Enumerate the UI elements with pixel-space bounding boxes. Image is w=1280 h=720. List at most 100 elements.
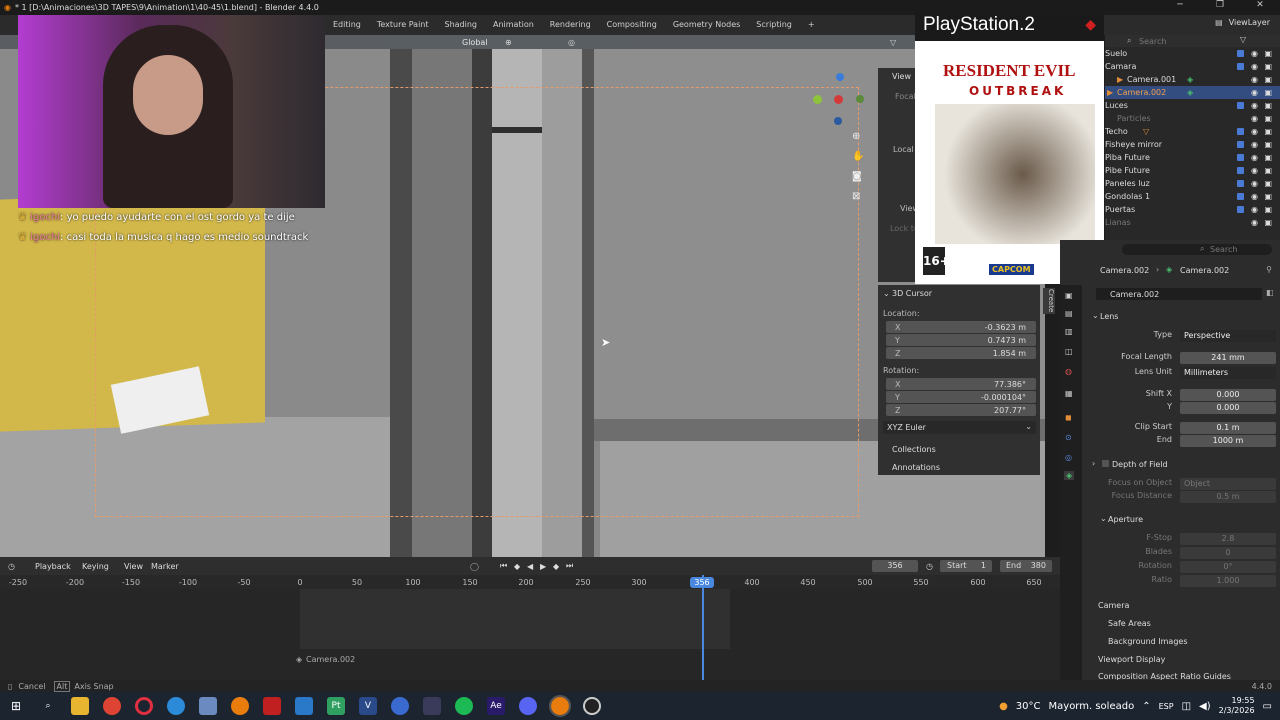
collections-header[interactable]: Collections: [892, 445, 936, 454]
collapse-chevron-icon[interactable]: ⌄: [883, 289, 890, 298]
obs-icon[interactable]: [583, 697, 601, 715]
outliner-item-particles[interactable]: Particles ◉ ▣: [1105, 112, 1280, 125]
tab-texture-paint[interactable]: Texture Paint: [369, 15, 437, 35]
end-frame-field[interactable]: End 380: [1000, 560, 1052, 572]
render-camera-icon[interactable]: ▣: [1264, 153, 1272, 162]
notification-icon[interactable]: ▭: [1263, 701, 1272, 712]
tray-chevron-icon[interactable]: ⌃: [1142, 701, 1150, 712]
ratio-field[interactable]: 1.000: [1180, 575, 1276, 587]
annotations-header[interactable]: Annotations: [892, 463, 940, 472]
marker-menu[interactable]: Marker: [151, 562, 179, 571]
editor-type-icon[interactable]: ◷: [8, 562, 15, 571]
clock-icon[interactable]: ◷: [926, 562, 933, 571]
outliner-item-lianas[interactable]: Lianas ◉ ▣: [1105, 216, 1280, 229]
eye-icon[interactable]: ◉: [1251, 205, 1258, 214]
rotation-y-field[interactable]: Y -0.000104°: [878, 391, 1040, 403]
current-frame-field[interactable]: 356: [872, 560, 918, 572]
proportional-edit-icon[interactable]: ◎: [568, 38, 575, 47]
camera-marker[interactable]: Camera.002: [306, 655, 355, 664]
physics-tab-icon[interactable]: ◎: [1065, 453, 1072, 462]
outliner-item-gondolas-1[interactable]: Gondolas 1 ◉ ▣: [1105, 190, 1280, 203]
dof-checkbox[interactable]: [1102, 460, 1109, 467]
panel-camera[interactable]: Camera: [1098, 601, 1129, 610]
view-menu[interactable]: View: [124, 562, 143, 571]
lens-type-dropdown[interactable]: Perspective: [1180, 330, 1276, 342]
outliner-item-camara[interactable]: Camara ◉ ▣: [1105, 60, 1280, 73]
paint-icon[interactable]: Pt: [327, 697, 345, 715]
checkbox-icon[interactable]: [1237, 180, 1244, 187]
next-keyframe-icon[interactable]: ◆: [553, 562, 559, 571]
panel-composition-guides[interactable]: Composition Aspect Ratio Guides: [1098, 672, 1231, 680]
filter-icon[interactable]: ▽: [890, 38, 896, 47]
eye-icon[interactable]: ◉: [1251, 62, 1258, 71]
zoom-icon[interactable]: ⊕: [852, 131, 860, 142]
outliner-item-puertas[interactable]: Puertas ◉ ▣: [1105, 203, 1280, 216]
lens-header[interactable]: Lens: [1100, 312, 1118, 321]
file-explorer-icon[interactable]: [71, 697, 89, 715]
aperture-rotation-field[interactable]: 0°: [1180, 561, 1276, 573]
render-camera-icon[interactable]: ▣: [1264, 166, 1272, 175]
app-icon[interactable]: [423, 697, 441, 715]
rotation-z-field[interactable]: Z 207.77°: [878, 404, 1040, 416]
gizmo-z-icon[interactable]: [836, 73, 844, 81]
outliner-item-techo[interactable]: Techo ▽ ◉ ▣: [1105, 125, 1280, 138]
lens-unit-dropdown[interactable]: Millimeters: [1180, 367, 1276, 379]
render-camera-icon[interactable]: ▣: [1264, 114, 1272, 123]
blades-field[interactable]: 0: [1180, 547, 1276, 559]
location-y-field[interactable]: Y 0.7473 m: [878, 334, 1040, 346]
edge-icon[interactable]: [167, 697, 185, 715]
world-tab-icon[interactable]: ▦: [1065, 389, 1073, 398]
checkbox-icon[interactable]: [1237, 63, 1244, 70]
dof-header[interactable]: Depth of Field: [1112, 460, 1168, 469]
scene-tab-icon[interactable]: ◍: [1065, 367, 1072, 376]
checkbox-icon[interactable]: [1237, 128, 1244, 135]
camera-data-tab-icon[interactable]: ◈: [1064, 471, 1075, 480]
outliner-item-pibe-future[interactable]: Pibe Future ◉ ▣: [1105, 164, 1280, 177]
eye-icon[interactable]: ◉: [1251, 127, 1258, 136]
lock-icon[interactable]: ⊠: [852, 191, 860, 202]
fake-user-icon[interactable]: ◧: [1266, 288, 1274, 297]
tab-shading[interactable]: Shading: [437, 15, 486, 35]
aperture-header[interactable]: Aperture: [1108, 515, 1143, 524]
network-icon[interactable]: ◫: [1182, 701, 1191, 712]
fstop-field[interactable]: 2.8: [1180, 533, 1276, 545]
render-camera-icon[interactable]: ▣: [1264, 75, 1272, 84]
pan-hand-icon[interactable]: ✋: [852, 151, 864, 162]
panel-safe-areas[interactable]: Safe Areas: [1108, 619, 1151, 628]
photos-icon[interactable]: [295, 697, 313, 715]
rotation-x-field[interactable]: X 77.386°: [878, 378, 1040, 390]
shift-x-field[interactable]: 0.000: [1180, 389, 1276, 401]
checkbox-icon[interactable]: [1237, 141, 1244, 148]
camera-view-icon[interactable]: ◙: [852, 171, 862, 182]
eye-icon[interactable]: ◉: [1251, 179, 1258, 188]
rotation-mode-dropdown[interactable]: XYZ Euler ⌄: [883, 421, 1036, 434]
checkbox-icon[interactable]: [1237, 206, 1244, 213]
3d-cursor-title[interactable]: 3D Cursor: [892, 289, 932, 298]
outliner-item-piba-future[interactable]: Piba Future ◉ ▣: [1105, 151, 1280, 164]
outliner-item-fisheye-mirror[interactable]: Fisheye mirror ◉ ▣: [1105, 138, 1280, 151]
eye-icon[interactable]: ◉: [1251, 101, 1258, 110]
constraints-tab-icon[interactable]: ⊙: [1065, 433, 1072, 442]
render-camera-icon[interactable]: ▣: [1264, 192, 1272, 201]
recorder-icon[interactable]: [263, 697, 281, 715]
checkbox-icon[interactable]: [1237, 167, 1244, 174]
datablock-name-field[interactable]: Camera.002: [1096, 288, 1262, 300]
panel-viewport-display[interactable]: Viewport Display: [1098, 655, 1165, 664]
focus-distance-field[interactable]: 0.5 m: [1180, 491, 1276, 503]
eye-icon[interactable]: ◉: [1251, 88, 1258, 97]
language-indicator[interactable]: ESP: [1159, 702, 1174, 711]
outliner-item-camera-002[interactable]: ▶ Camera.002 ◈ ◉ ▣: [1105, 86, 1280, 99]
focal-length-field[interactable]: 241 mm: [1180, 352, 1276, 364]
clip-end-field[interactable]: 1000 m: [1180, 435, 1276, 447]
playhead[interactable]: [702, 575, 704, 680]
panel-background-images[interactable]: Background Images: [1108, 637, 1188, 646]
discord-icon[interactable]: [519, 697, 537, 715]
render-camera-icon[interactable]: ▣: [1264, 179, 1272, 188]
checkbox-icon[interactable]: [1237, 154, 1244, 161]
marker-camera-icon[interactable]: ◈: [296, 655, 302, 664]
aperture-chevron-icon[interactable]: ⌄: [1100, 514, 1107, 523]
eye-icon[interactable]: ◉: [1251, 218, 1258, 227]
eye-icon[interactable]: ◉: [1251, 153, 1258, 162]
eye-icon[interactable]: ◉: [1251, 140, 1258, 149]
render-camera-icon[interactable]: ▣: [1264, 49, 1272, 58]
